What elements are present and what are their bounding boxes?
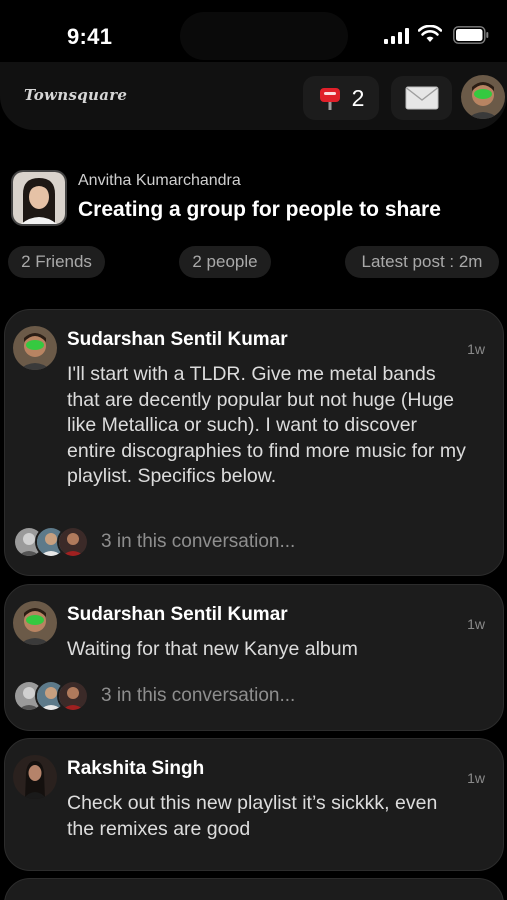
conversation-link[interactable]: 3 in this conversation...: [13, 524, 295, 560]
post-author[interactable]: Sudarshan Sentil Kumar: [67, 604, 288, 626]
conversation-link[interactable]: 3 in this conversation...: [13, 678, 295, 714]
profile-avatar[interactable]: [461, 75, 505, 119]
participant-avatars: [13, 678, 93, 714]
post-card[interactable]: Rakshita Singh 1w Check out this new pla…: [4, 738, 504, 871]
author-avatar[interactable]: [13, 326, 57, 370]
post-timestamp: 1w: [467, 616, 485, 632]
status-time: 9:41: [67, 24, 113, 49]
post-body: Waiting for that new Kanye album: [67, 638, 358, 660]
post-body: Check out this new playlist it’s sickkk,…: [67, 792, 438, 840]
group-title: Creating a group for people to share: [78, 198, 441, 221]
post-author[interactable]: Rakshita Singh: [67, 758, 204, 780]
dynamic-island: [180, 12, 348, 60]
notification-count: 2: [351, 84, 365, 111]
mailbox-icon: [319, 88, 340, 110]
app-header: Townsquare 2: [0, 62, 507, 130]
author-avatar[interactable]: [13, 755, 57, 799]
participant-avatar: [57, 526, 89, 558]
app-logo[interactable]: Townsquare: [24, 86, 127, 104]
notifications-button[interactable]: 2: [303, 76, 379, 120]
group-owner-name[interactable]: Anvitha Kumarchandra: [78, 172, 241, 190]
status-bar: 9:41: [0, 0, 507, 70]
post-author[interactable]: Sudarshan Sentil Kumar: [67, 329, 288, 351]
conversation-count: 3 in this conversation...: [101, 685, 296, 706]
participant-avatar: [57, 680, 89, 712]
conversation-count: 3 in this conversation...: [101, 531, 296, 552]
post-body: I'll start with a TLDR. Give me metal ba…: [67, 363, 466, 487]
post-timestamp: 1w: [467, 341, 485, 357]
post-card[interactable]: Sudarshan Sentil Kumar 1w Waiting for th…: [4, 584, 504, 731]
author-avatar[interactable]: [13, 601, 57, 645]
friends-chip[interactable]: 2 Friends: [8, 246, 105, 278]
signal-icon: [384, 28, 409, 44]
wifi-icon: [418, 25, 442, 42]
group-avatar[interactable]: [11, 170, 67, 226]
messages-button[interactable]: [391, 76, 452, 120]
post-timestamp: 1w: [467, 770, 485, 786]
post-card[interactable]: Sudarshan Sentil Kumar 1w I'll start wit…: [4, 309, 504, 576]
participant-avatars: [13, 524, 93, 560]
latest-post-chip[interactable]: Latest post : 2m: [345, 246, 499, 278]
people-chip[interactable]: 2 people: [179, 246, 271, 278]
post-card[interactable]: [4, 878, 504, 900]
battery-icon: [453, 26, 489, 44]
envelope-icon: [405, 86, 438, 110]
